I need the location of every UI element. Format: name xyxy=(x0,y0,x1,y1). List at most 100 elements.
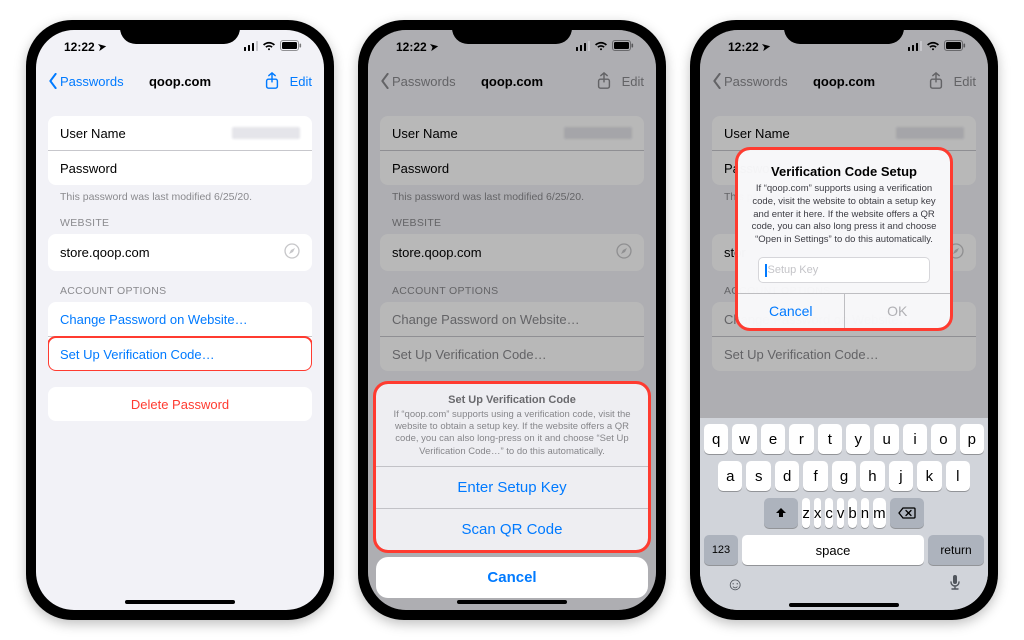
key-i[interactable]: i xyxy=(903,424,927,454)
username-label: User Name xyxy=(60,126,126,141)
keyboard: qwertyuiop asdfghjkl zxcvbnm 123 space r… xyxy=(700,418,988,610)
verification-alert: Verification Code Setup If “qoop.com” su… xyxy=(738,150,950,328)
notch xyxy=(120,20,240,44)
key-m[interactable]: m xyxy=(873,498,886,528)
cellular-signal-icon xyxy=(908,40,922,54)
home-indicator[interactable] xyxy=(125,600,235,604)
website-header: WEBSITE xyxy=(48,203,312,234)
key-l[interactable]: l xyxy=(946,461,970,491)
dictation-key[interactable] xyxy=(948,574,962,597)
home-indicator[interactable] xyxy=(789,603,899,607)
edit-button[interactable]: Edit xyxy=(290,74,312,89)
action-sheet-cancel-button[interactable]: Cancel xyxy=(376,557,648,598)
key-x[interactable]: x xyxy=(814,498,822,528)
key-j[interactable]: j xyxy=(889,461,913,491)
account-options-group: Change Password on Website… Set Up Verif… xyxy=(48,302,312,371)
credentials-group: User Name Password xyxy=(48,116,312,185)
key-k[interactable]: k xyxy=(917,461,941,491)
battery-icon xyxy=(944,40,966,54)
key-v[interactable]: v xyxy=(837,498,845,528)
password-label: Password xyxy=(60,161,117,176)
setup-verification-code-label: Set Up Verification Code… xyxy=(60,347,215,362)
status-time: 12:22 xyxy=(396,40,427,54)
alert-cancel-button[interactable]: Cancel xyxy=(738,294,845,328)
action-sheet-title: Set Up Verification Code xyxy=(390,394,634,406)
key-c[interactable]: c xyxy=(825,498,833,528)
key-s[interactable]: s xyxy=(746,461,770,491)
space-key[interactable]: space xyxy=(742,535,924,565)
username-row[interactable]: User Name xyxy=(48,116,312,151)
alert-title: Verification Code Setup xyxy=(750,164,938,179)
backspace-key[interactable] xyxy=(890,498,924,528)
key-d[interactable]: d xyxy=(775,461,799,491)
safari-icon[interactable] xyxy=(284,243,300,262)
key-a[interactable]: a xyxy=(718,461,742,491)
keyboard-row-4: 123 space return xyxy=(704,535,984,565)
alert-message: If “qoop.com” supports using a verificat… xyxy=(750,183,938,247)
delete-password-label: Delete Password xyxy=(131,397,229,412)
location-arrow-icon: ➤ xyxy=(429,41,439,53)
delete-password-button[interactable]: Delete Password xyxy=(48,387,312,421)
website-row[interactable]: store.qoop.com xyxy=(48,234,312,271)
screen-1: 12:22 ➤ Passwords xyxy=(36,30,324,610)
action-sheet-panel: Set Up Verification Code If “qoop.com” s… xyxy=(376,384,648,550)
key-n[interactable]: n xyxy=(861,498,869,528)
website-group: store.qoop.com xyxy=(48,234,312,271)
username-value-redacted xyxy=(232,127,300,139)
nav-bar: Passwords qoop.com Edit xyxy=(36,64,324,98)
text-caret xyxy=(765,264,767,277)
change-password-label: Change Password on Website… xyxy=(60,312,248,327)
action-sheet: Set Up Verification Code If “qoop.com” s… xyxy=(376,384,648,598)
device-frame-2: 12:22 ➤ Passwords qoop.com Edit xyxy=(358,20,666,620)
key-w[interactable]: w xyxy=(732,424,756,454)
device-frame-1: 12:22 ➤ Passwords xyxy=(26,20,334,620)
back-label: Passwords xyxy=(60,74,124,89)
key-g[interactable]: g xyxy=(832,461,856,491)
key-p[interactable]: p xyxy=(960,424,984,454)
return-key[interactable]: return xyxy=(928,535,984,565)
share-button[interactable] xyxy=(264,72,280,90)
key-q[interactable]: q xyxy=(704,424,728,454)
key-r[interactable]: r xyxy=(789,424,813,454)
key-t[interactable]: t xyxy=(818,424,842,454)
keyboard-row-3: zxcvbnm xyxy=(704,498,984,528)
status-time: 12:22 xyxy=(728,40,759,54)
back-button[interactable]: Passwords xyxy=(48,73,124,89)
key-b[interactable]: b xyxy=(848,498,856,528)
website-value: store.qoop.com xyxy=(60,245,150,260)
last-modified-note: This password was last modified 6/25/20. xyxy=(48,185,312,203)
key-e[interactable]: e xyxy=(761,424,785,454)
home-indicator[interactable] xyxy=(457,600,567,604)
setup-key-input[interactable]: Setup Key xyxy=(758,257,930,283)
password-row[interactable]: Password xyxy=(48,151,312,185)
emoji-key[interactable]: ☺ xyxy=(726,574,744,597)
shift-key[interactable] xyxy=(764,498,798,528)
enter-setup-key-button[interactable]: Enter Setup Key xyxy=(376,467,648,509)
key-z[interactable]: z xyxy=(802,498,810,528)
numbers-key[interactable]: 123 xyxy=(704,535,738,565)
status-time: 12:22 xyxy=(64,40,95,54)
device-frame-3: 12:22 ➤ Passwords qoop.com Edit User Nam… xyxy=(690,20,998,620)
screen-3: 12:22 ➤ Passwords qoop.com Edit User Nam… xyxy=(700,30,988,610)
scan-qr-code-button[interactable]: Scan QR Code xyxy=(376,509,648,550)
action-sheet-header: Set Up Verification Code If “qoop.com” s… xyxy=(376,384,648,467)
alert-ok-button[interactable]: OK xyxy=(845,294,951,328)
change-password-row[interactable]: Change Password on Website… xyxy=(48,302,312,337)
wifi-icon xyxy=(926,40,940,54)
wifi-icon xyxy=(594,40,608,54)
delete-group: Delete Password xyxy=(48,387,312,421)
key-h[interactable]: h xyxy=(860,461,884,491)
notch xyxy=(452,20,572,44)
setup-verification-code-row[interactable]: Set Up Verification Code… xyxy=(48,337,312,371)
key-u[interactable]: u xyxy=(874,424,898,454)
cellular-signal-icon xyxy=(244,40,258,54)
wifi-icon xyxy=(262,40,276,54)
key-y[interactable]: y xyxy=(846,424,870,454)
key-f[interactable]: f xyxy=(803,461,827,491)
battery-icon xyxy=(280,40,302,54)
location-arrow-icon: ➤ xyxy=(97,41,107,53)
screen-2: 12:22 ➤ Passwords qoop.com Edit xyxy=(368,30,656,610)
setup-key-placeholder: Setup Key xyxy=(768,264,819,276)
battery-icon xyxy=(612,40,634,54)
key-o[interactable]: o xyxy=(931,424,955,454)
